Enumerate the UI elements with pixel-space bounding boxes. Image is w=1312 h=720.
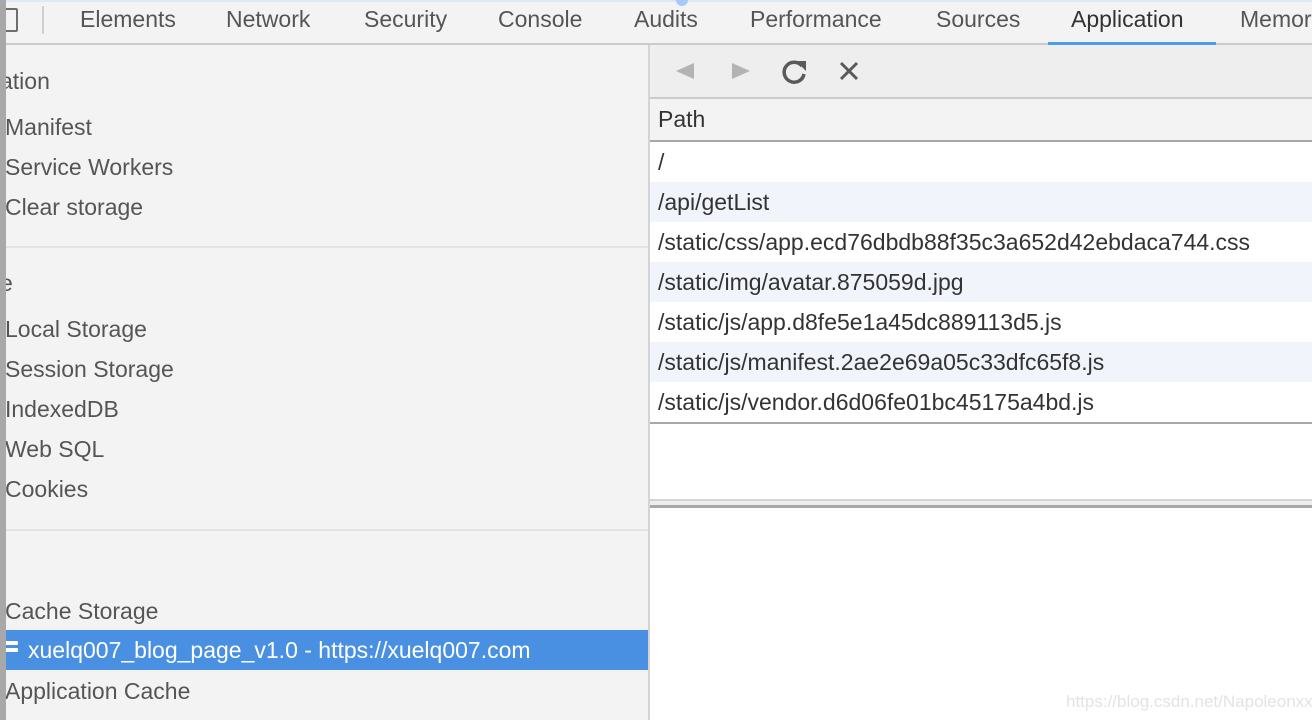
cache-entry-label: xuelq007_blog_page_v1.0 - https://xuelq0…: [28, 637, 531, 663]
preview-splitter[interactable]: [650, 499, 1312, 508]
sidebar-item-local-storage[interactable]: Local Storage: [5, 309, 147, 349]
sidebar-item-manifest[interactable]: Manifest: [5, 107, 92, 147]
cache-view: Path / /api/getList /static/css/app.ecd7…: [650, 45, 1312, 720]
table-row[interactable]: /: [650, 142, 1312, 182]
table-row[interactable]: /static/js/manifest.2ae2e69a05c33dfc65f8…: [650, 342, 1312, 382]
table-row[interactable]: /static/css/app.ecd76dbdb88f35c3a652d42e…: [650, 222, 1312, 262]
refresh-icon[interactable]: [780, 57, 810, 87]
sidebar-item-cache-entry[interactable]: xuelq007_blog_page_v1.0 - https://xuelq0…: [0, 630, 648, 670]
tab-application[interactable]: Application: [1071, 0, 1184, 43]
devtools-tab-bar: Elements Network Security Console Audits…: [0, 0, 1312, 45]
database-icon: [4, 641, 18, 659]
sidebar-item-clear-storage[interactable]: Clear storage: [5, 187, 143, 227]
sidebar-item-session-storage[interactable]: Session Storage: [5, 349, 174, 389]
table-row[interactable]: /api/getList: [650, 182, 1312, 222]
tab-security[interactable]: Security: [364, 0, 447, 43]
table-border: [650, 422, 1312, 424]
table-row[interactable]: /static/js/app.d8fe5e1a45dc889113d5.js: [650, 302, 1312, 342]
sidebar-item-cookies[interactable]: Cookies: [5, 469, 88, 509]
sidebar-item-indexeddb[interactable]: IndexedDB: [5, 389, 119, 429]
application-sidebar: ation Manifest Service Workers Clear sto…: [0, 45, 648, 720]
table-row[interactable]: /static/img/avatar.875059d.jpg: [650, 262, 1312, 302]
tab-elements[interactable]: Elements: [80, 0, 176, 43]
tab-performance[interactable]: Performance: [750, 0, 882, 43]
delete-icon[interactable]: [835, 57, 865, 87]
back-icon[interactable]: [670, 57, 700, 87]
sidebar-item-service-workers[interactable]: Service Workers: [5, 147, 173, 187]
forward-icon[interactable]: [726, 57, 756, 87]
tab-memory[interactable]: Memor: [1240, 0, 1312, 43]
section-divider: [0, 529, 648, 531]
sidebar-item-cache-storage[interactable]: Cache Storage: [5, 591, 158, 631]
watermark: https://blog.csdn.net/Napoleonxxx: [1066, 692, 1312, 711]
cache-entries-table: / /api/getList /static/css/app.ecd76dbdb…: [650, 142, 1312, 422]
tab-network[interactable]: Network: [226, 0, 310, 43]
tab-sources[interactable]: Sources: [936, 0, 1020, 43]
window-edge-left: [0, 0, 6, 720]
cache-toolbar: [650, 45, 1312, 99]
section-divider: [0, 246, 648, 248]
sidebar-item-application-cache[interactable]: Application Cache: [5, 671, 190, 711]
column-header-path[interactable]: Path: [650, 99, 1312, 142]
sidebar-item-web-sql[interactable]: Web SQL: [5, 429, 104, 469]
table-row[interactable]: /static/js/vendor.d6d06fe01bc45175a4bd.j…: [650, 382, 1312, 422]
tab-audits[interactable]: Audits: [634, 0, 698, 43]
toolbar-separator: [42, 6, 44, 34]
section-header-application: ation: [0, 68, 50, 94]
tab-console[interactable]: Console: [498, 0, 582, 43]
